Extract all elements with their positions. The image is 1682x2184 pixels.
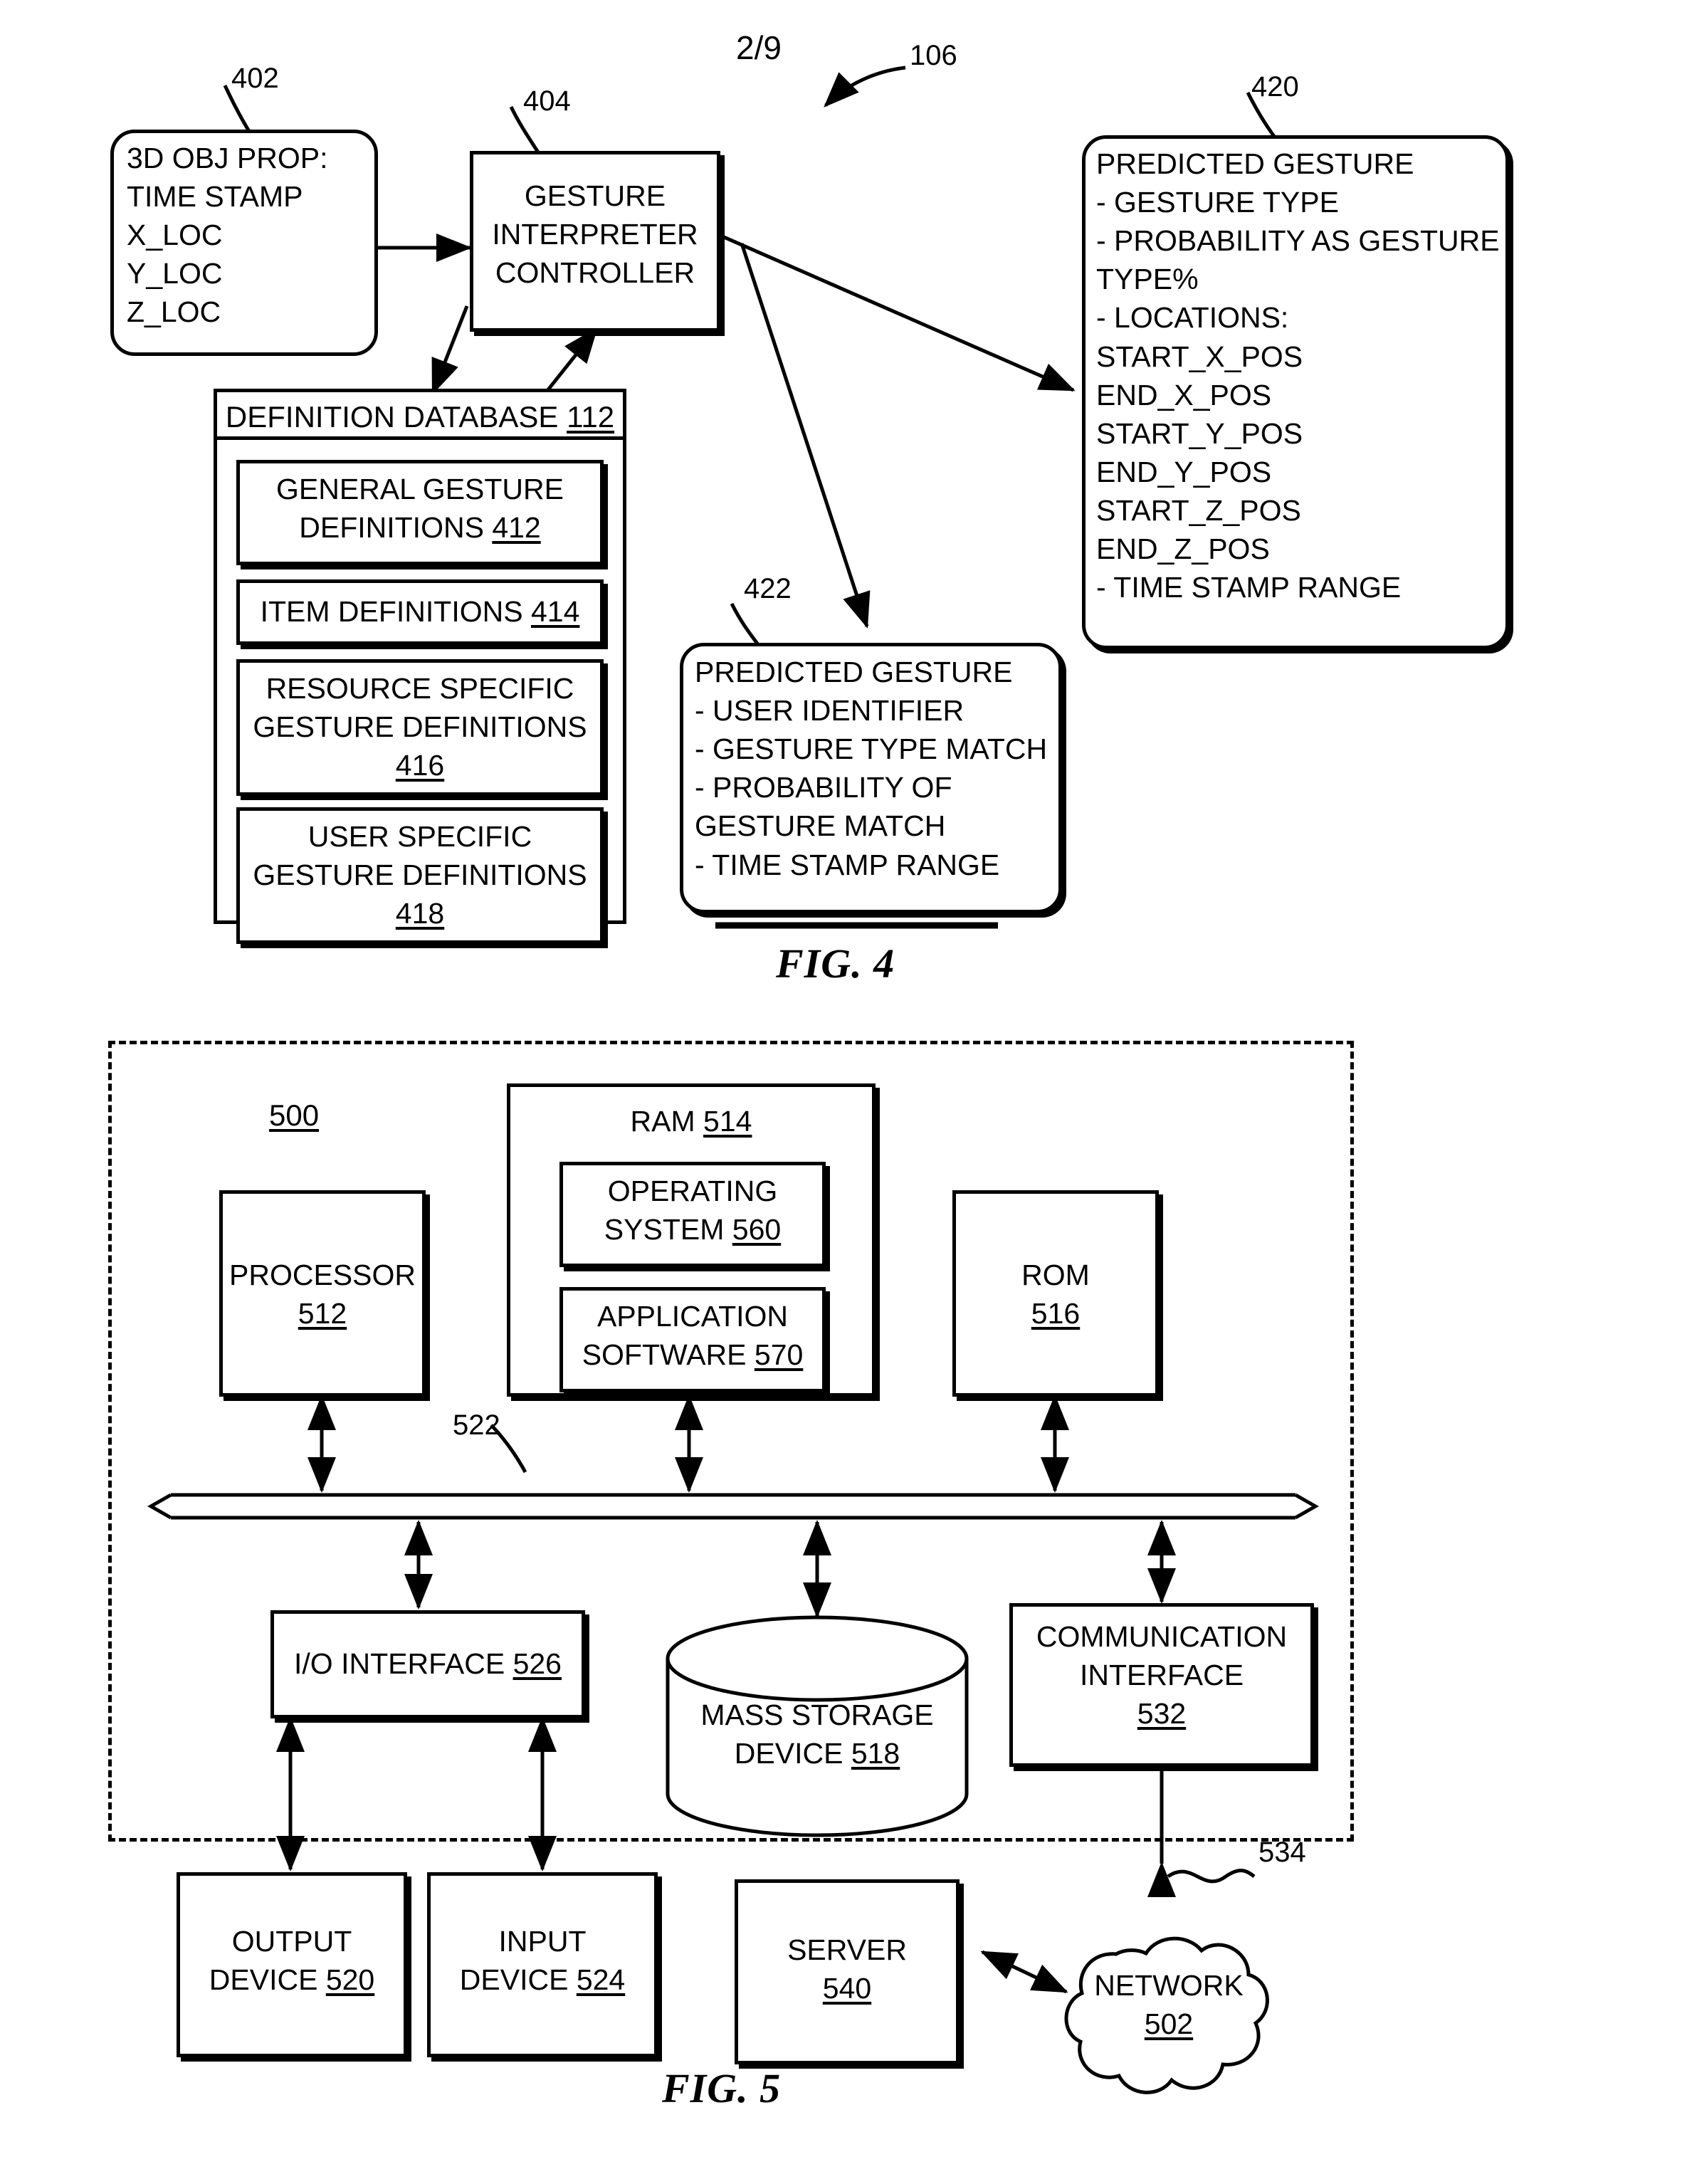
mass-storage-text: MASS STORAGE DEVICE 518 <box>700 1699 934 1770</box>
definition-database-title: DEFINITION DATABASE 112 <box>225 400 615 434</box>
arrow-controller-to-pg422 <box>740 243 871 629</box>
predicted-gesture-422-text: PREDICTED GESTURE - USER IDENTIFIER - GE… <box>695 656 1048 881</box>
network-text: NETWORK 502 <box>1094 1969 1244 2041</box>
rom-text: ROM 516 <box>1021 1259 1090 1330</box>
figure-5-caption: FIG. 5 <box>662 2065 782 2111</box>
ref-label-534: 534 <box>1258 1837 1306 1868</box>
figure-4-caption: FIG. 4 <box>776 940 895 987</box>
ref-label-420: 420 <box>1251 71 1299 103</box>
resource-specific-gesture-definitions-text: RESOURCE SPECIFIC GESTURE DEFINITIONS 41… <box>253 672 587 782</box>
item-definitions-text: ITEM DEFINITIONS 414 <box>260 595 580 628</box>
gesture-interpreter-controller-text: GESTURE INTERPRETER CONTROLLER <box>492 179 698 290</box>
predicted-gesture-420-text: PREDICTED GESTURE - GESTURE TYPE - PROBA… <box>1096 147 1500 604</box>
arrow-controller-to-defdb <box>431 305 469 395</box>
lead-arrow-106 <box>824 65 906 107</box>
user-specific-gesture-definitions-text: USER SPECIFIC GESTURE DEFINITIONS 418 <box>253 820 587 930</box>
ref-label-402: 402 <box>231 63 279 94</box>
ref-label-500: 500 <box>269 1098 320 1132</box>
server-text: SERVER 540 <box>787 1933 907 2005</box>
io-interface-text: I/O INTERFACE 526 <box>294 1647 562 1680</box>
operating-system-text: OPERATING SYSTEM 560 <box>604 1175 782 1246</box>
lead-line-534 <box>1167 1869 1256 1884</box>
arrow-controller-to-pg420 <box>718 233 1076 392</box>
sheet-number: 2/9 <box>736 29 782 66</box>
patent-drawing-sheet: 2/9 106 402 3D OBJ PROP: TIME STAMP X_LO… <box>0 0 1682 2184</box>
ref-label-106: 106 <box>910 40 957 71</box>
general-gesture-definitions-text: GENERAL GESTURE DEFINITIONS 412 <box>275 473 564 545</box>
ref-label-422: 422 <box>744 573 792 604</box>
ref-label-404: 404 <box>523 85 571 117</box>
application-software-text: APPLICATION SOFTWARE 570 <box>582 1300 804 1372</box>
ram-label: RAM 514 <box>630 1105 752 1138</box>
arrow-server-network <box>980 1950 1068 1994</box>
communication-interface-text: COMMUNICATION INTERFACE 532 <box>1036 1620 1288 1731</box>
output-device-text: OUTPUT DEVICE 520 <box>209 1925 375 1997</box>
input-device-text: INPUT DEVICE 524 <box>459 1925 626 1997</box>
ref-label-522: 522 <box>453 1409 500 1441</box>
obj-prop-text: 3D OBJ PROP: TIME STAMP X_LOC Y_LOC Z_LO… <box>127 142 328 329</box>
processor-text: PROCESSOR 512 <box>229 1259 416 1330</box>
